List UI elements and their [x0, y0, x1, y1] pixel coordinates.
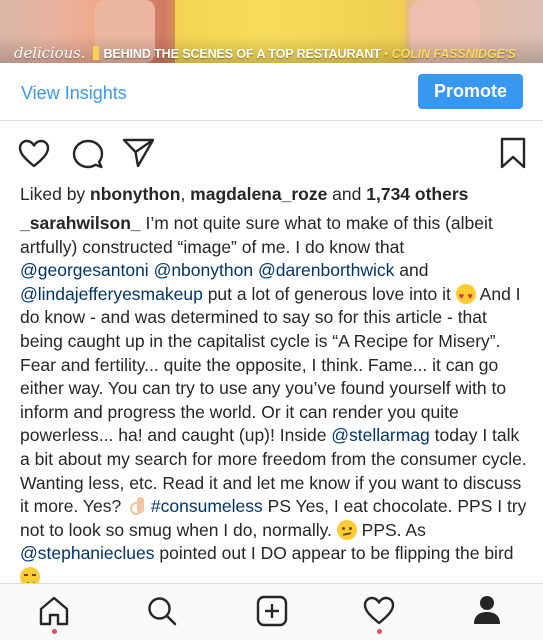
magazine-brand: delicious.: [14, 44, 86, 62]
caption-text: put a lot of generous love into it: [202, 283, 456, 304]
caption-mention[interactable]: @stephanieclues: [20, 543, 155, 563]
image-overlay-text: delicious. BEHIND THE SCENES OF A TOP RES…: [14, 44, 516, 62]
promote-button[interactable]: Promote: [418, 74, 523, 109]
likes-prefix: Liked by: [20, 184, 91, 204]
caption-text: and: [394, 260, 429, 281]
heart-icon[interactable]: [18, 139, 50, 169]
caption-mention[interactable]: @nbonython: [154, 260, 254, 280]
likes-summary: Liked by nbonython, magdalena_roze and 1…: [20, 184, 468, 205]
caption-mention[interactable]: @darenborthwick: [258, 260, 394, 280]
home-notification-dot: [52, 629, 57, 634]
confused-emoji: [336, 519, 357, 540]
activity-notification-dot: [377, 629, 382, 634]
caption-hashtag[interactable]: #consumeless: [151, 496, 263, 516]
caption-mention[interactable]: @lindajefferyesmakeup: [20, 284, 203, 304]
share-icon[interactable]: [122, 137, 156, 169]
ok-hand-emoji: [126, 496, 146, 516]
bottom-nav: [0, 583, 543, 640]
search-icon[interactable]: [146, 595, 178, 627]
comment-icon[interactable]: [72, 138, 104, 170]
home-icon[interactable]: [38, 596, 70, 626]
caption-username[interactable]: _sarahwilson_: [20, 213, 141, 233]
caption-mention[interactable]: @georgesantoni: [20, 260, 149, 280]
heart-eyes-emoji: [455, 283, 476, 308]
post-image[interactable]: delicious. BEHIND THE SCENES OF A TOP RES…: [0, 0, 543, 63]
magazine-headline: BEHIND THE SCENES OF A TOP RESTAURANT: [103, 47, 381, 61]
activity-heart-icon[interactable]: [363, 596, 395, 626]
overlay-separator: [93, 46, 100, 60]
bookmark-icon[interactable]: [500, 137, 526, 169]
liker-username[interactable]: nbonython: [90, 184, 180, 204]
likes-conjunction: and: [327, 184, 367, 204]
magazine-author: COLIN FASSNIDGE'S: [391, 47, 516, 61]
liker-username[interactable]: magdalena_roze: [190, 184, 327, 204]
caption-mention[interactable]: @stellarmag: [331, 425, 430, 445]
post-actions: [0, 130, 543, 176]
overlay-bullet: •: [383, 45, 389, 61]
profile-icon[interactable]: [472, 594, 502, 626]
caption-text: pointed out I DO appear to be flipping t…: [154, 543, 514, 564]
likes-separator: ,: [180, 184, 191, 204]
caption-text: And I do know - and was determined to sa…: [20, 283, 521, 446]
view-insights-link[interactable]: View Insights: [21, 83, 127, 104]
likes-count-link[interactable]: 1,734 others: [366, 184, 468, 204]
add-post-icon[interactable]: [256, 595, 288, 627]
post-caption: _sarahwilson_ I’m not quite sure what to…: [20, 212, 532, 590]
caption-text: PPS. As: [356, 519, 426, 540]
